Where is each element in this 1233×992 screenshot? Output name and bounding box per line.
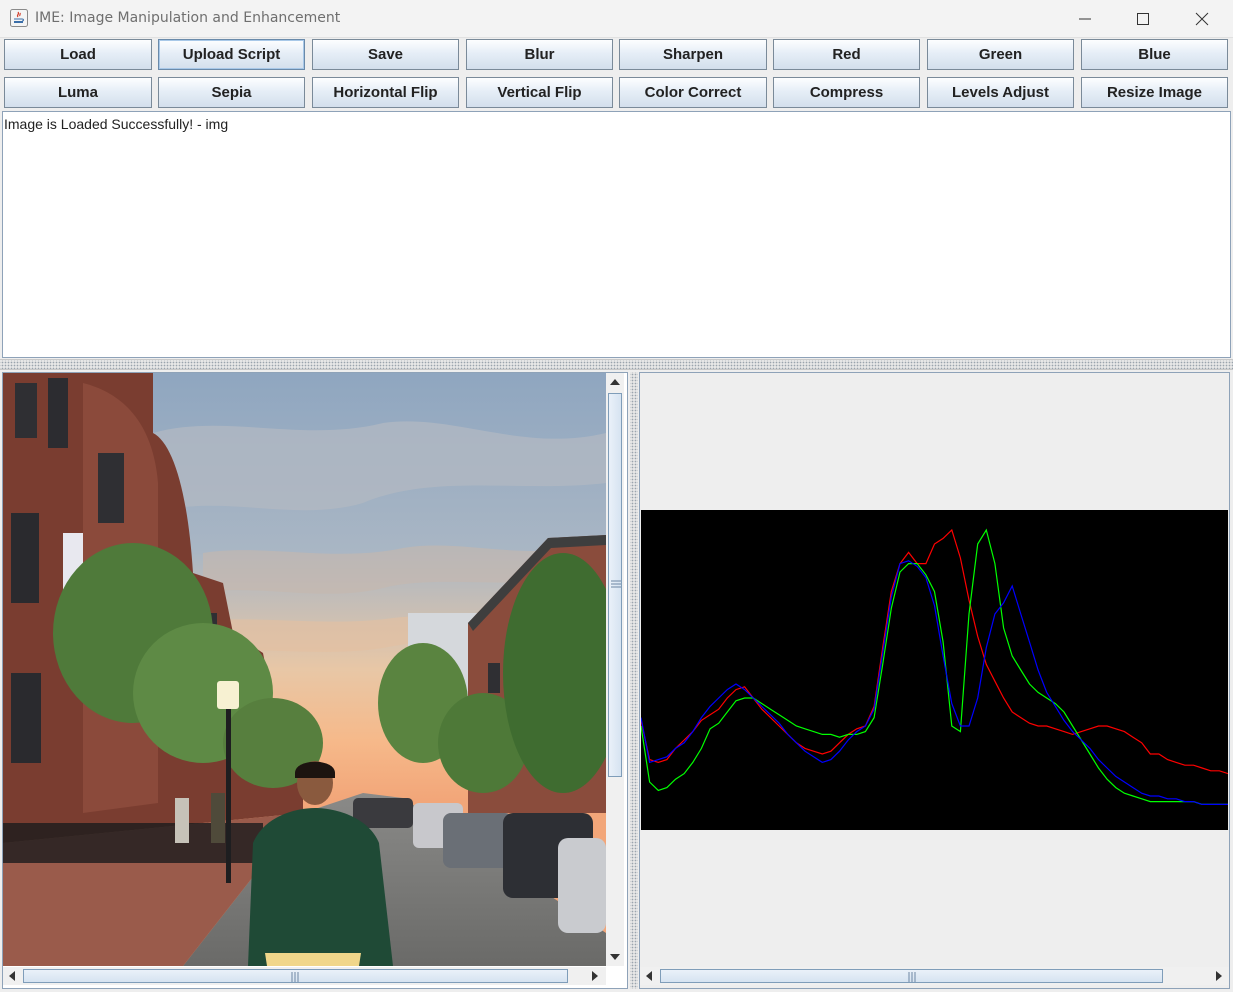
red-button[interactable]: Red: [773, 39, 920, 70]
luma-button[interactable]: Luma: [4, 77, 152, 108]
upload-script-button[interactable]: Upload Script: [158, 39, 305, 70]
grip-icon: [908, 972, 916, 982]
scroll-right-arrow[interactable]: [1211, 968, 1227, 984]
vertical-flip-button[interactable]: Vertical Flip: [466, 77, 613, 108]
minimize-button[interactable]: [1056, 0, 1114, 37]
compress-button[interactable]: Compress: [773, 77, 920, 108]
maximize-icon: [1137, 13, 1149, 25]
scroll-right-arrow[interactable]: [587, 968, 603, 984]
arrow-right-icon: [1216, 971, 1222, 981]
grip-icon: [611, 580, 621, 588]
image-vertical-scrollbar[interactable]: [606, 373, 624, 966]
sepia-button[interactable]: Sepia: [158, 77, 305, 108]
histogram-background: [641, 510, 1228, 830]
window-title: IME: Image Manipulation and Enhancement: [35, 10, 341, 26]
image-horizontal-scrollbar[interactable]: [3, 967, 606, 985]
scroll-left-arrow[interactable]: [641, 968, 657, 984]
scroll-down-arrow[interactable]: [607, 949, 623, 965]
horizontal-split-divider[interactable]: [0, 359, 1233, 370]
log-message: Image is Loaded Successfully! - img: [4, 116, 229, 132]
color-correct-button[interactable]: Color Correct: [619, 77, 767, 108]
histogram-scroll-pane[interactable]: [639, 372, 1230, 989]
blue-button[interactable]: Blue: [1081, 39, 1228, 70]
title-bar: IME: Image Manipulation and Enhancement: [0, 0, 1233, 38]
horizontal-flip-button[interactable]: Horizontal Flip: [312, 77, 459, 108]
loaded-image: [3, 373, 606, 966]
resize-image-button[interactable]: Resize Image: [1081, 77, 1228, 108]
scroll-left-arrow[interactable]: [4, 968, 20, 984]
scroll-up-arrow[interactable]: [607, 374, 623, 390]
java-app-icon: [10, 9, 28, 27]
arrow-left-icon: [9, 971, 15, 981]
image-scroll-pane[interactable]: [2, 372, 628, 989]
log-output-area[interactable]: Image is Loaded Successfully! - img: [2, 111, 1231, 358]
minimize-icon: [1079, 18, 1091, 20]
arrow-left-icon: [646, 971, 652, 981]
save-button[interactable]: Save: [312, 39, 459, 70]
arrow-right-icon: [592, 971, 598, 981]
histogram-chart: [641, 510, 1228, 830]
horizontal-scroll-thumb[interactable]: [660, 969, 1163, 983]
load-button[interactable]: Load: [4, 39, 152, 70]
sharpen-button[interactable]: Sharpen: [619, 39, 767, 70]
blur-button[interactable]: Blur: [466, 39, 613, 70]
vertical-split-divider[interactable]: [630, 372, 638, 989]
levels-adjust-button[interactable]: Levels Adjust: [927, 77, 1074, 108]
arrow-up-icon: [610, 379, 620, 385]
maximize-button[interactable]: [1114, 0, 1172, 37]
vertical-scroll-thumb[interactable]: [608, 393, 622, 777]
horizontal-scroll-thumb[interactable]: [23, 969, 568, 983]
close-button[interactable]: [1173, 0, 1231, 37]
arrow-down-icon: [610, 954, 620, 960]
green-button[interactable]: Green: [927, 39, 1074, 70]
close-icon: [1195, 12, 1209, 26]
grip-icon: [291, 972, 299, 982]
histogram-horizontal-scrollbar[interactable]: [640, 967, 1229, 985]
